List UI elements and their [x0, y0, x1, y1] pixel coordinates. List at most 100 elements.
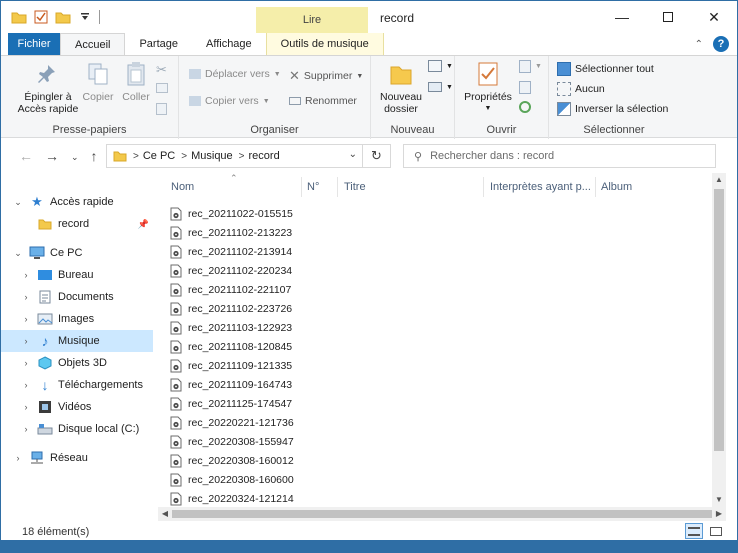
file-row[interactable]: rec_20220308-155947: [170, 432, 390, 451]
chevron-right-icon[interactable]: ›: [21, 358, 31, 368]
nav-item-network[interactable]: › Réseau: [1, 447, 153, 469]
file-row[interactable]: rec_20211102-221107: [170, 280, 390, 299]
maximize-button[interactable]: [645, 1, 691, 33]
nav-item-images[interactable]: › Images: [1, 308, 153, 330]
file-row[interactable]: rec_20211102-220234: [170, 261, 390, 280]
paste-shortcut-button[interactable]: [156, 103, 167, 115]
tab-music-tools[interactable]: Outils de musique: [265, 33, 384, 55]
scroll-right-icon[interactable]: ▶: [712, 507, 726, 521]
file-row[interactable]: rec_20211022-015515: [170, 204, 390, 223]
nav-item-downloads[interactable]: › ↓ Téléchargements: [1, 374, 153, 396]
scroll-left-icon[interactable]: ◀: [158, 507, 172, 521]
history-button[interactable]: [519, 101, 531, 113]
forward-icon[interactable]: →: [45, 148, 59, 166]
copy-button[interactable]: Copier: [81, 60, 115, 103]
chevron-right-icon[interactable]: ›: [21, 336, 31, 346]
new-folder-button[interactable]: Nouveau dossier: [377, 60, 425, 115]
column-divider[interactable]: [337, 177, 338, 197]
scroll-thumb[interactable]: [172, 510, 712, 518]
cut-button[interactable]: ✂: [156, 62, 167, 78]
breadcrumb-music[interactable]: Musique: [191, 150, 233, 162]
chevron-down-icon[interactable]: ⌄: [13, 197, 23, 208]
rename-button[interactable]: Renommer: [289, 95, 357, 107]
breadcrumb-this-pc[interactable]: Ce PC: [143, 150, 175, 162]
horizontal-scrollbar[interactable]: ◀ ▶: [158, 507, 726, 521]
chevron-right-icon[interactable]: ›: [21, 314, 31, 324]
nav-item-3d-objects[interactable]: › Objets 3D: [1, 352, 153, 374]
minimize-button[interactable]: —: [599, 1, 645, 33]
copy-to-button[interactable]: Copier vers ▼: [189, 95, 270, 107]
chevron-down-icon[interactable]: ⌄: [71, 148, 79, 166]
properties-icon[interactable]: [33, 9, 49, 25]
chevron-right-icon[interactable]: ›: [13, 453, 23, 463]
column-header-album[interactable]: Album: [601, 181, 632, 193]
scroll-down-icon[interactable]: ▼: [712, 493, 726, 507]
select-none-button[interactable]: Aucun: [557, 82, 605, 96]
tab-file[interactable]: Fichier: [8, 33, 60, 55]
column-header-title[interactable]: Titre: [344, 181, 366, 193]
chevron-right-icon[interactable]: ›: [21, 270, 31, 280]
file-row[interactable]: rec_20211102-223726: [170, 299, 390, 318]
help-icon[interactable]: ?: [713, 36, 729, 52]
address-history-dropdown[interactable]: ⌄: [349, 149, 357, 160]
nav-item-local-disk[interactable]: › Disque local (C:): [1, 418, 153, 440]
file-row[interactable]: rec_20211109-164743: [170, 375, 390, 394]
column-header-name[interactable]: Nom: [171, 181, 194, 193]
file-row[interactable]: rec_20211108-120845: [170, 337, 390, 356]
column-header-artists[interactable]: Interprètes ayant p...: [490, 181, 591, 193]
file-row[interactable]: rec_20211109-121335: [170, 356, 390, 375]
nav-item-quick-access[interactable]: ⌄ ★ Accès rapide: [1, 191, 153, 213]
details-view-button[interactable]: [685, 523, 703, 539]
tab-share[interactable]: Partage: [125, 33, 192, 55]
file-row[interactable]: rec_20211102-213914: [170, 242, 390, 261]
tab-view[interactable]: Affichage: [192, 33, 266, 55]
chevron-right-icon[interactable]: ›: [21, 424, 31, 434]
breadcrumb-record[interactable]: record: [249, 150, 280, 162]
scroll-thumb[interactable]: [714, 189, 724, 451]
back-icon[interactable]: ←: [19, 148, 33, 166]
nav-item-music[interactable]: › ♪ Musique: [1, 330, 153, 352]
chevron-right-icon[interactable]: ›: [21, 402, 31, 412]
nav-item-documents[interactable]: › Documents: [1, 286, 153, 308]
large-icons-view-button[interactable]: [707, 523, 725, 539]
chevron-right-icon[interactable]: ›: [21, 292, 31, 302]
edit-button[interactable]: [519, 81, 531, 94]
file-row[interactable]: rec_20220308-160012: [170, 451, 390, 470]
column-divider[interactable]: [595, 177, 596, 197]
file-row[interactable]: rec_20220324-121214: [170, 489, 390, 508]
select-all-button[interactable]: Sélectionner tout: [557, 62, 654, 76]
column-divider[interactable]: [483, 177, 484, 197]
nav-item-this-pc[interactable]: ⌄ Ce PC: [1, 242, 153, 264]
properties-button[interactable]: Propriétés ▼: [463, 60, 513, 115]
paste-button[interactable]: Coller: [119, 60, 153, 103]
customize-qat-icon[interactable]: [77, 9, 93, 25]
new-folder-icon[interactable]: [55, 9, 71, 25]
scroll-up-icon[interactable]: ▲: [712, 173, 726, 187]
nav-item-videos[interactable]: › Vidéos: [1, 396, 153, 418]
invert-selection-button[interactable]: Inverser la sélection: [557, 102, 668, 116]
vertical-scrollbar[interactable]: ▲ ▼: [712, 173, 726, 507]
search-box[interactable]: ⚲ Rechercher dans : record: [403, 144, 716, 168]
nav-item-record[interactable]: record 📌: [1, 213, 153, 235]
address-bar[interactable]: > Ce PC > Musique > record ⌄ ↻: [106, 144, 391, 168]
file-row[interactable]: rec_20211102-213223: [170, 223, 390, 242]
easy-access-button[interactable]: ▼: [428, 82, 453, 92]
open-button[interactable]: ▼: [519, 60, 542, 73]
tab-home[interactable]: Accueil: [60, 33, 126, 55]
column-divider[interactable]: [301, 177, 302, 197]
file-row[interactable]: rec_20211125-174547: [170, 394, 390, 413]
nav-item-desktop[interactable]: › Bureau: [1, 264, 153, 286]
refresh-button[interactable]: ↻: [362, 145, 390, 167]
up-icon[interactable]: ↑: [91, 148, 98, 166]
chevron-down-icon[interactable]: ⌄: [13, 248, 23, 259]
copy-path-button[interactable]: [156, 83, 168, 93]
close-button[interactable]: ✕: [691, 1, 737, 33]
move-to-button[interactable]: Déplacer vers ▼: [189, 68, 281, 80]
chevron-right-icon[interactable]: ›: [21, 380, 31, 390]
new-item-button[interactable]: ▼: [428, 60, 453, 72]
column-header-number[interactable]: N°: [307, 181, 319, 193]
file-row[interactable]: rec_20220221-121736: [170, 413, 390, 432]
folder-icon[interactable]: [11, 9, 27, 25]
delete-button[interactable]: ✕ Supprimer ▼: [289, 68, 363, 84]
file-row[interactable]: rec_20211103-122923: [170, 318, 390, 337]
